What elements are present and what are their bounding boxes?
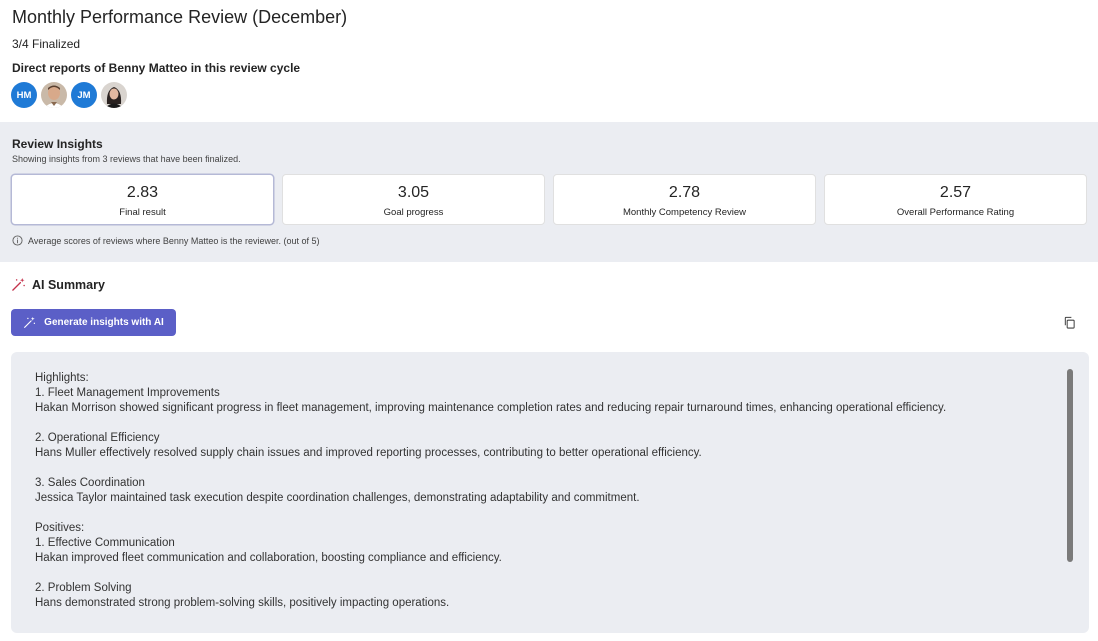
magic-wand-icon: [12, 277, 25, 291]
card-value: 2.78: [668, 184, 701, 201]
generate-insights-button[interactable]: Generate insights with AI: [11, 309, 176, 336]
card-value: 2.83: [126, 184, 159, 201]
copy-button[interactable]: [1060, 313, 1078, 331]
ai-summary-heading: AI Summary: [11, 277, 105, 292]
avatar-photo-woman[interactable]: [101, 82, 127, 108]
avatar-list: HM JM: [11, 82, 127, 108]
ai-summary-box: Highlights: 1. Fleet Management Improvem…: [11, 352, 1089, 633]
info-icon: [12, 235, 23, 246]
ai-summary-text: Highlights: 1. Fleet Management Improvem…: [35, 372, 947, 609]
card-monthly-competency[interactable]: 2.78 Monthly Competency Review: [553, 174, 816, 225]
card-label: Overall Performance Rating: [896, 207, 1015, 218]
avatar-jm[interactable]: JM: [71, 82, 97, 108]
review-insights-panel: Review Insights Showing insights from 3 …: [0, 122, 1098, 262]
person-photo-woman-icon: [101, 82, 127, 108]
page-title: Monthly Performance Review (December): [12, 7, 348, 27]
copy-icon: [1064, 316, 1075, 329]
insights-note-text: Average scores of reviews where Benny Ma…: [28, 235, 320, 246]
insight-cards: 2.83 Final result 3.05 Goal progress 2.7…: [11, 174, 1087, 225]
direct-reports-label: Direct reports of Benny Matteo in this r…: [12, 61, 301, 75]
card-value: 2.57: [939, 184, 972, 201]
finalized-count: 3/4 Finalized: [12, 37, 81, 51]
insights-subtitle: Showing insights from 3 reviews that hav…: [12, 154, 241, 164]
insights-title: Review Insights: [12, 137, 103, 151]
card-label: Final result: [119, 207, 166, 218]
card-final-result[interactable]: 2.83 Final result: [11, 174, 274, 225]
card-label: Goal progress: [383, 207, 444, 218]
avatar-photo-man[interactable]: [41, 82, 67, 108]
review-header: Monthly Performance Review (December) 3/…: [0, 0, 1098, 122]
avatar-initials: HM: [16, 89, 32, 101]
generate-insights-label: Generate insights with AI: [44, 317, 164, 328]
card-overall-rating[interactable]: 2.57 Overall Performance Rating: [824, 174, 1087, 225]
avatar-hm[interactable]: HM: [11, 82, 37, 108]
summary-scrollbar[interactable]: [1067, 369, 1073, 562]
avatar-initials: JM: [77, 89, 91, 101]
card-value: 3.05: [397, 184, 430, 201]
card-label: Monthly Competency Review: [622, 207, 747, 218]
card-goal-progress[interactable]: 3.05 Goal progress: [282, 174, 545, 225]
person-photo-man-icon: [41, 82, 67, 108]
ai-summary-title: AI Summary: [32, 277, 105, 292]
magic-wand-icon: [24, 316, 36, 328]
insights-note: Average scores of reviews where Benny Ma…: [12, 235, 319, 246]
